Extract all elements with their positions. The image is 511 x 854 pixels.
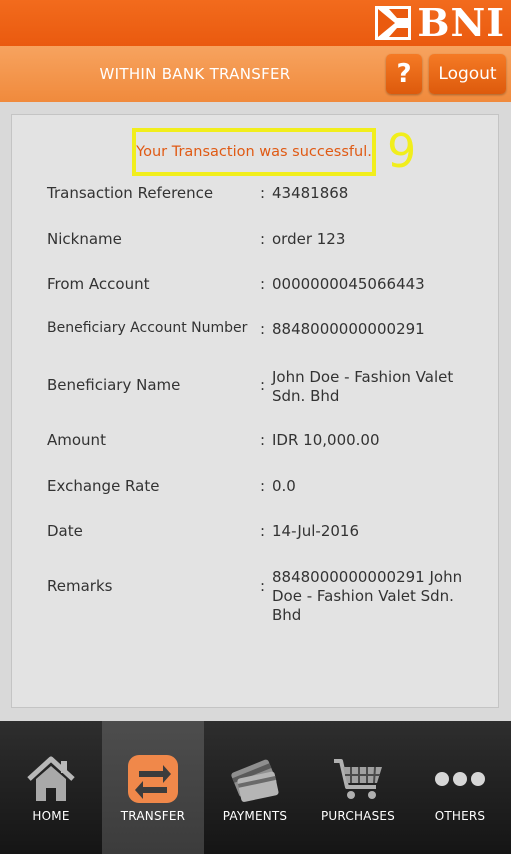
others-icon (435, 772, 485, 786)
detail-value: 0000000045066443 (272, 275, 425, 293)
page-header: WITHIN BANK TRANSFER ? Logout (0, 46, 511, 102)
payments-icon (231, 759, 279, 802)
detail-label: From Account (47, 275, 150, 293)
nav-label: HOME (32, 809, 70, 823)
top-bar: BNI (0, 0, 511, 46)
detail-separator: : (260, 477, 266, 495)
nav-label: OTHERS (434, 809, 486, 823)
detail-value: 8848000000000291 John Doe - Fashion Vale… (272, 568, 463, 624)
detail-separator: : (260, 184, 266, 202)
logout-button[interactable]: Logout (429, 54, 506, 94)
detail-value: order 123 (272, 230, 346, 248)
detail-value: 14-Jul-2016 (272, 522, 360, 540)
nav-item-others[interactable]: OTHERS (409, 721, 511, 854)
detail-value: IDR 10,000.00 (272, 431, 380, 449)
success-highlight: Your Transaction was successful. (132, 128, 376, 176)
home-icon (27, 756, 75, 801)
nav-label: TRANSFER (120, 809, 186, 823)
nav-item-purchases[interactable]: PURCHASES (307, 721, 409, 854)
detail-separator: : (260, 376, 266, 394)
help-button[interactable]: ? (386, 54, 422, 94)
bottom-nav: HOME TRANSFER PAYMENTS PURCHASES OTHERS (0, 721, 511, 854)
page-title: WITHIN BANK TRANSFER (99, 65, 291, 83)
receipt-card: Your Transaction was successful. 9 Trans… (11, 114, 499, 708)
detail-separator: : (260, 275, 266, 293)
detail-value: 0.0 (272, 477, 296, 495)
step-annotation: 9 (387, 124, 417, 178)
nav-item-home[interactable]: HOME (0, 721, 102, 854)
detail-separator: : (260, 230, 266, 248)
nav-item-transfer[interactable]: TRANSFER (102, 721, 204, 854)
nav-item-payments[interactable]: PAYMENTS (204, 721, 306, 854)
nav-label: PAYMENTS (222, 809, 288, 823)
detail-label: Transaction Reference (47, 184, 214, 202)
detail-separator: : (260, 522, 266, 540)
success-message: Your Transaction was successful. (136, 144, 372, 160)
detail-label: Amount (47, 431, 106, 449)
detail-separator: : (260, 320, 266, 338)
detail-value: 43481868 (272, 184, 349, 202)
detail-separator: : (260, 577, 266, 595)
transfer-icon (128, 755, 178, 803)
detail-value: 8848000000000291 (272, 320, 425, 338)
detail-label: Beneficiary Name (47, 376, 181, 394)
detail-label: Nickname (47, 230, 122, 248)
detail-label: Exchange Rate (47, 477, 160, 495)
detail-label: Beneficiary Account Number (47, 320, 248, 336)
bni-logo-icon (375, 6, 412, 40)
detail-label: Date (47, 522, 83, 540)
detail-label: Remarks (47, 577, 113, 595)
brand: BNI (375, 3, 505, 43)
brand-name: BNI (417, 0, 505, 45)
detail-value: John Doe - Fashion Valet Sdn. Bhd (272, 368, 454, 405)
purchases-icon (334, 759, 382, 799)
detail-separator: : (260, 431, 266, 449)
nav-label: PURCHASES (321, 809, 395, 823)
